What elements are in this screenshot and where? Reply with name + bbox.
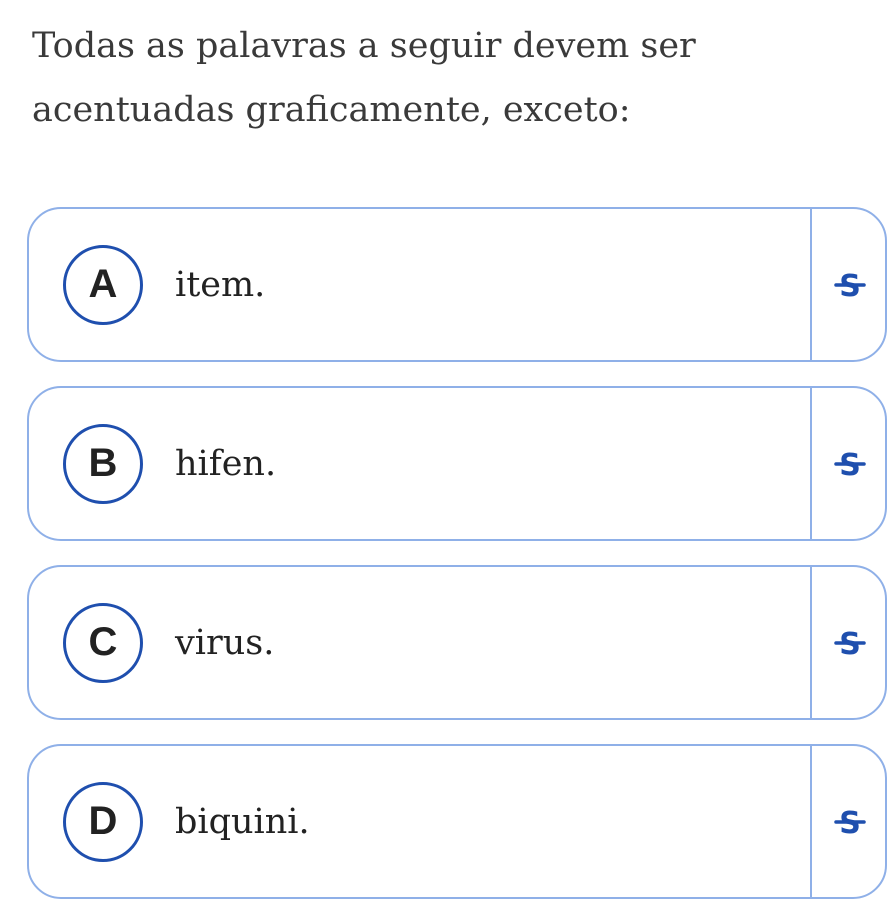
strike-option-d-button[interactable]: S <box>814 746 885 897</box>
option-c[interactable]: C virus. S <box>27 565 887 720</box>
option-text-c: virus. <box>175 622 275 663</box>
option-text-d: biquini. <box>175 801 310 842</box>
option-b[interactable]: B hifen. S <box>27 386 887 541</box>
option-divider <box>810 388 812 539</box>
option-letter-d: D <box>63 781 143 862</box>
strikethrough-icon: S <box>833 627 866 662</box>
option-letter-b: B <box>63 423 143 504</box>
option-text-a: item. <box>175 264 266 305</box>
question-text: Todas as palavras a seguir devem ser ace… <box>32 26 696 130</box>
option-a[interactable]: A item. S <box>27 207 887 362</box>
answer-options: A item. S B hifen. S C virus. S <box>27 207 887 899</box>
strike-option-b-button[interactable]: S <box>814 388 885 539</box>
strikethrough-icon: S <box>833 806 866 841</box>
option-divider <box>810 746 812 897</box>
strikethrough-icon: S <box>833 448 866 483</box>
option-text-b: hifen. <box>175 443 277 484</box>
strike-option-a-button[interactable]: S <box>814 209 885 360</box>
option-letter-c: C <box>63 602 143 683</box>
strikethrough-icon: S <box>833 269 866 304</box>
option-divider <box>810 209 812 360</box>
strike-option-c-button[interactable]: S <box>814 567 885 718</box>
option-letter-a: A <box>63 244 143 325</box>
option-divider <box>810 567 812 718</box>
option-d[interactable]: D biquini. S <box>27 744 887 899</box>
